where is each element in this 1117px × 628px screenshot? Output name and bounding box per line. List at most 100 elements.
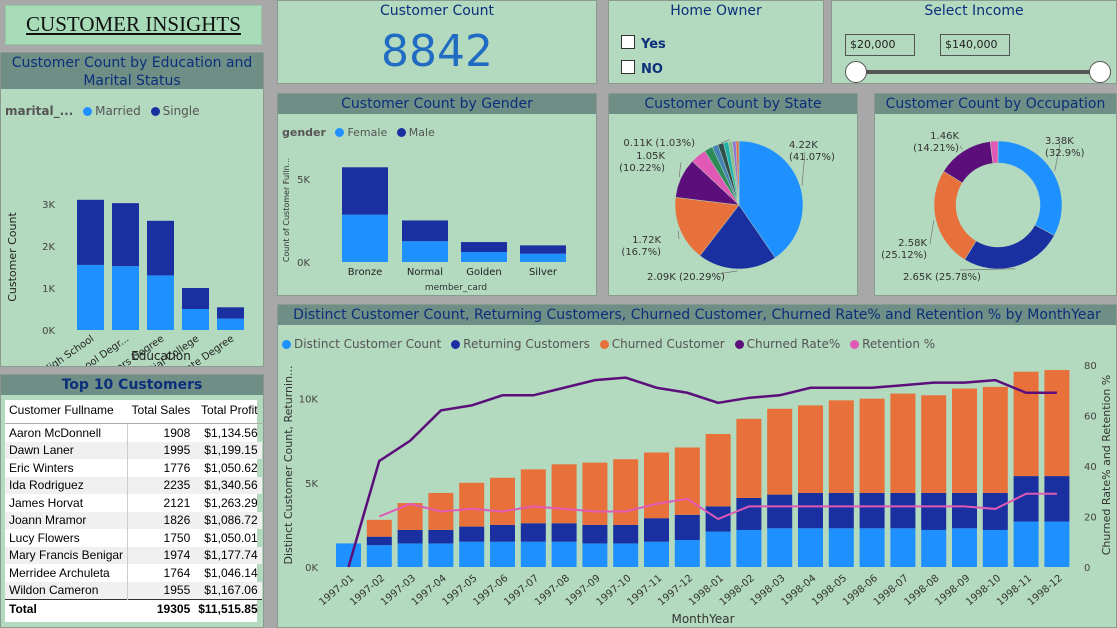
table-cell: Joann Mramor <box>5 511 129 529</box>
bar-returning <box>798 492 823 529</box>
bar-distinct <box>397 543 423 567</box>
kpi-card: Customer Count 8842 <box>277 0 597 84</box>
income-slider-min-handle[interactable] <box>845 61 867 83</box>
y-axis-label: Count of Customer Fulln... <box>282 158 291 262</box>
bar-churned <box>366 519 392 537</box>
table-row[interactable]: Dawn Laner 1995 $1,199.15 <box>5 441 262 459</box>
bar-distinct <box>644 541 669 567</box>
bar-distinct <box>428 543 454 567</box>
table-row[interactable]: Mary Francis Benigar 1974 $1,177.74 <box>5 546 262 564</box>
x-tick-label: Silver <box>529 267 558 278</box>
bar-female <box>461 252 507 262</box>
table-cell: $1,050.62 <box>204 460 258 475</box>
table-row[interactable]: Lucy Flowers 1750 $1,050.01 <box>5 529 262 547</box>
y-tick-label-right: 0 <box>1084 563 1090 574</box>
data-label: (32.9%) <box>1045 148 1085 159</box>
total-cell: Total <box>5 599 128 618</box>
income-slider-track[interactable] <box>856 70 1100 74</box>
x-tick-label: 1998-12 <box>1026 573 1065 608</box>
bar-distinct <box>490 541 515 567</box>
table-cell: 2121 <box>163 495 191 510</box>
education-chart: 0K1K2K3KPartial High SchoolHigh School D… <box>6 199 244 366</box>
table-cell: 1955 <box>163 583 191 598</box>
home-owner-option-label: Yes <box>641 37 666 52</box>
table-row[interactable]: James Horvat 2121 $1,263.29 <box>5 494 262 512</box>
home-owner-slicer: Home Owner Yes NO <box>608 0 824 84</box>
data-label: 1.72K <box>632 235 661 246</box>
bar-male <box>461 242 507 253</box>
table-cell: James Horvat <box>5 494 129 512</box>
bar-returning <box>736 497 762 530</box>
income-slicer: Select Income $20,000 $140,000 <box>831 0 1117 84</box>
state-panel: Customer Count by State 4.22K (41.07%) 2.0… <box>608 93 858 296</box>
table-row[interactable]: Joann Mramor 1826 $1,086.72 <box>5 511 262 529</box>
table-cell: $1,086.72 <box>204 513 258 528</box>
bar-married <box>182 309 209 330</box>
bar-distinct <box>798 528 823 567</box>
home-owner-option-no[interactable]: NO <box>621 60 663 77</box>
home-owner-option-label: NO <box>641 62 663 77</box>
bar-returning <box>428 529 454 544</box>
y-axis-label-left: Distinct Customer Count, Returnin... <box>282 365 295 564</box>
bar-single <box>147 220 174 276</box>
checkbox[interactable] <box>621 60 635 74</box>
bar-churned <box>921 395 947 493</box>
bar-married <box>112 266 139 330</box>
bar-single <box>182 288 209 309</box>
leader-line <box>929 220 935 245</box>
table-row[interactable]: Merridee Archuleta 1764 $1,046.14 <box>5 564 262 582</box>
column-header[interactable]: Customer Fullname <box>5 400 128 424</box>
bar-returning <box>982 492 1008 530</box>
bar-distinct <box>1013 521 1039 567</box>
y-tick-label: 3K <box>42 200 55 211</box>
data-label: 3.38K <box>1045 136 1074 147</box>
income-max-input[interactable]: $140,000 <box>940 34 1010 56</box>
bar-distinct <box>674 540 700 567</box>
checkbox[interactable] <box>621 35 635 49</box>
table-cell: Lucy Flowers <box>5 529 129 547</box>
y-tick-label: 10K <box>299 395 319 406</box>
home-owner-option-yes[interactable]: Yes <box>621 35 666 52</box>
table-cell: Eric Winters <box>5 459 129 477</box>
bar-churned <box>798 405 823 493</box>
bar-returning <box>644 518 669 542</box>
line-churned-rate <box>347 376 1057 568</box>
income-min-input[interactable]: $20,000 <box>845 34 915 56</box>
table-cell: $1,177.74 <box>204 548 258 563</box>
bar-returning <box>520 523 546 542</box>
data-label: 1.46K <box>930 131 959 142</box>
income-slider-max-handle[interactable] <box>1089 61 1111 83</box>
bar-returning <box>921 492 947 530</box>
leader-line <box>959 268 1016 271</box>
column-header[interactable]: Total Sales <box>127 400 195 424</box>
bar-distinct <box>459 541 485 567</box>
table-row[interactable]: Eric Winters 1776 $1,050.62 <box>5 459 262 477</box>
bar-returning <box>859 492 885 529</box>
kpi-value: 8842 <box>381 26 493 77</box>
bar-returning <box>613 524 639 544</box>
bar-churned <box>767 408 793 495</box>
pie-slice <box>964 224 1055 270</box>
table-row[interactable]: Wildon Cameron 1955 $1,167.06 <box>5 581 262 600</box>
table-cell: 1764 <box>163 565 191 580</box>
bar-distinct <box>921 529 947 567</box>
income-title: Select Income <box>924 3 1024 19</box>
data-label: (14.21%) <box>913 143 959 154</box>
table-row[interactable]: Aaron McDonnell 1908 $1,134.56 <box>5 423 262 442</box>
bar-female <box>342 214 388 262</box>
bar-distinct <box>767 528 793 567</box>
bar-returning <box>397 529 423 544</box>
bar-returning <box>952 492 977 529</box>
bar-distinct <box>859 528 885 567</box>
y-tick-label: 2K <box>42 242 55 253</box>
column-header[interactable]: Total Profit <box>194 400 262 424</box>
table-row[interactable]: Ida Rodriguez 2235 $1,340.56 <box>5 476 262 494</box>
total-cell: $11,515.85 <box>194 599 262 618</box>
y-tick-label: 0K <box>42 326 55 337</box>
bar-distinct <box>582 543 608 567</box>
bar-distinct <box>828 528 854 567</box>
top10-panel: Top 10 Customers Customer Fullname Total … <box>0 374 264 628</box>
bar-churned <box>490 477 515 525</box>
bar-churned <box>613 459 639 525</box>
education-panel: Customer Count by Education and Marital … <box>0 52 264 367</box>
